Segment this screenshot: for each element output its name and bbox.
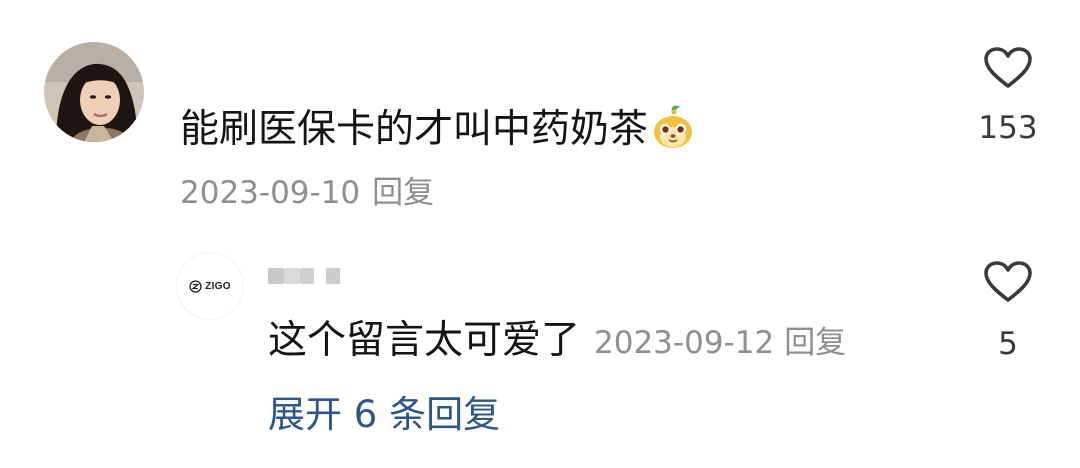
comment-body: 能刷医保卡的才叫中药奶茶 — [180, 107, 649, 152]
reply-button[interactable]: 回复 — [372, 175, 434, 211]
comment-meta: 2023-09-10 回复 — [180, 172, 434, 214]
reply-date: 2023-09-12 — [594, 325, 775, 361]
avatar[interactable] — [44, 42, 144, 142]
heart-icon — [984, 47, 1032, 88]
reply-avatar[interactable]: ZIGO — [176, 252, 244, 320]
comment-text: 能刷医保卡的才叫中药奶茶 — [180, 104, 696, 164]
reply-to-reply-button[interactable]: 回复 — [784, 325, 846, 361]
zigo-logo-text: ZIGO — [205, 280, 231, 292]
zigo-mark-icon — [189, 279, 202, 293]
monkey-face-emoji-icon — [650, 104, 696, 164]
reply-like-button[interactable]: 5 — [968, 260, 1048, 364]
comment-date: 2023-09-10 — [180, 175, 361, 211]
like-count: 153 — [978, 110, 1038, 146]
reply-text: 这个留言太可爱了 — [268, 318, 581, 363]
comment-thread: 能刷医保卡的才叫中药奶茶 2023-09-10 回复 153 ZIGO 这个留言… — [0, 0, 1080, 468]
reply-line: 这个留言太可爱了 2023-09-12 回复 — [268, 316, 846, 373]
heart-icon — [984, 261, 1032, 302]
reply-like-count: 5 — [998, 326, 1018, 362]
zigo-logo: ZIGO — [189, 279, 231, 293]
expand-replies-button[interactable]: 展开 6 条回复 — [268, 390, 500, 440]
like-button[interactable]: 153 — [968, 46, 1048, 148]
